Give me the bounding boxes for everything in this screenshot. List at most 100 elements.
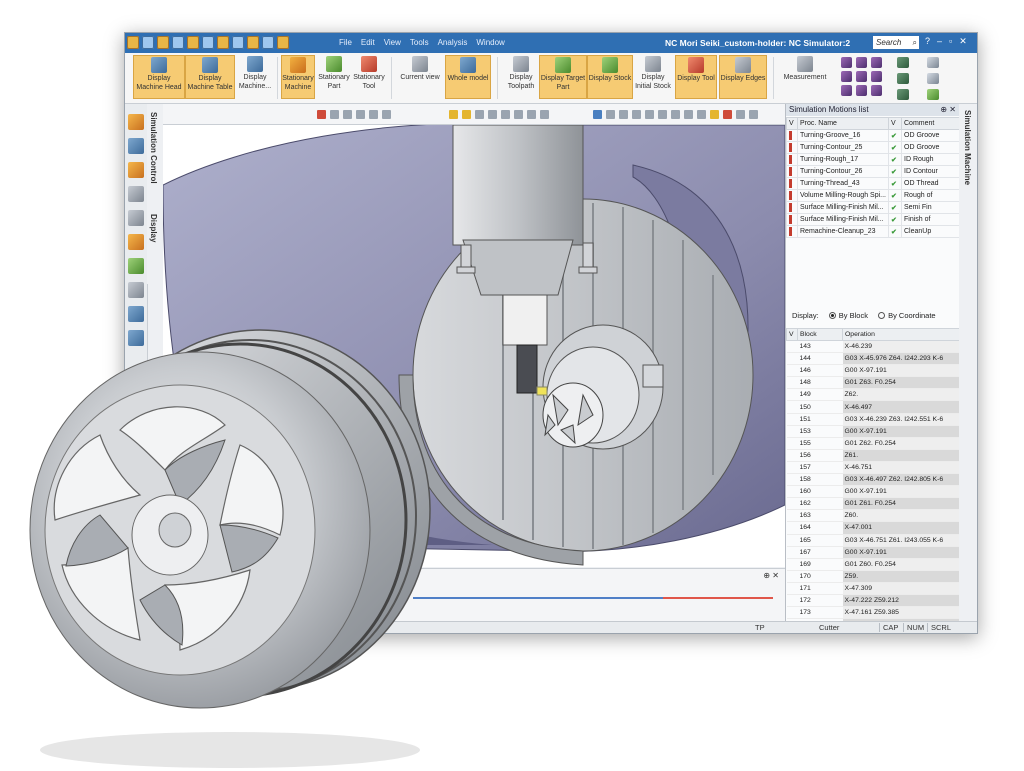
redo-icon[interactable] bbox=[247, 36, 259, 49]
zoom-out-icon[interactable] bbox=[514, 109, 523, 119]
visibility-cell[interactable] bbox=[786, 165, 798, 178]
block-row[interactable]: 143 X-46.239 bbox=[786, 340, 960, 354]
check-icon[interactable]: ✔ bbox=[888, 189, 902, 202]
view-icon[interactable] bbox=[187, 36, 199, 49]
pan-icon[interactable] bbox=[488, 109, 497, 119]
motion-row[interactable]: Turning-Contour_25 ✔ OD Groove bbox=[786, 141, 960, 154]
redo-view-icon[interactable] bbox=[606, 109, 615, 119]
views-icon[interactable] bbox=[540, 109, 549, 119]
check-icon[interactable]: ✔ bbox=[888, 225, 902, 238]
view-top-icon[interactable] bbox=[856, 71, 867, 82]
help-query-icon[interactable] bbox=[128, 138, 144, 154]
col-block[interactable]: Block bbox=[797, 328, 843, 341]
motion-row[interactable]: Remachine-Cleanup_23 ✔ CleanUp bbox=[786, 225, 960, 238]
check-icon[interactable]: ✔ bbox=[888, 213, 902, 226]
motion-row[interactable]: Turning-Groove_16 ✔ OD Groove bbox=[786, 129, 960, 142]
menu-view[interactable]: View bbox=[384, 38, 401, 47]
block-row[interactable]: 170 Z59. bbox=[786, 570, 960, 583]
measurement-button[interactable]: Measurement bbox=[779, 55, 831, 99]
tab-display[interactable]: Display bbox=[149, 214, 158, 242]
block-row[interactable]: 155 G01 Z62. F0.254 bbox=[786, 437, 960, 450]
display-tool-button[interactable]: Display Tool bbox=[675, 55, 717, 99]
help-button[interactable]: ? bbox=[925, 36, 930, 47]
layout-icon[interactable] bbox=[262, 36, 274, 49]
display-machine-head-button[interactable]: Display Machine Head bbox=[133, 55, 185, 99]
setup-icon[interactable] bbox=[128, 282, 144, 298]
box-select-icon[interactable] bbox=[369, 109, 378, 119]
wireframe-icon[interactable] bbox=[897, 73, 909, 84]
collision-icon[interactable] bbox=[684, 109, 693, 119]
block-row[interactable]: 149 Z62. bbox=[786, 388, 960, 402]
pin-icon[interactable]: ⊕ ✕ bbox=[940, 104, 956, 116]
display-initial-stock-button[interactable]: Display Initial Stock bbox=[633, 55, 673, 99]
block-row[interactable]: 153 G00 X-97.191 bbox=[786, 425, 960, 438]
block-row[interactable]: 144 G03 X-45.976 Z64. I242.293 K-6 bbox=[786, 352, 960, 366]
compare-icon[interactable] bbox=[658, 109, 667, 119]
visibility-cell[interactable] bbox=[786, 141, 798, 154]
bulb-icon[interactable] bbox=[462, 109, 471, 119]
col-proc-name[interactable]: Proc. Name bbox=[797, 117, 889, 130]
view-left-icon[interactable] bbox=[871, 57, 882, 68]
light-icon[interactable] bbox=[449, 109, 458, 119]
motion-row[interactable]: Surface Milling-Finish Mil... ✔ Semi Fin bbox=[786, 201, 960, 214]
view-dimetric-icon[interactable] bbox=[856, 85, 867, 96]
zoom-icon[interactable] bbox=[927, 57, 939, 68]
block-row[interactable]: 151 G03 X-46.239 Z63. I242.551 K-6 bbox=[786, 413, 960, 426]
select-icon[interactable] bbox=[330, 109, 339, 119]
visibility-cell[interactable] bbox=[786, 225, 798, 238]
display-edges-button[interactable]: Display Edges bbox=[719, 55, 767, 99]
motion-row[interactable]: Turning-Contour_26 ✔ ID Contour bbox=[786, 165, 960, 178]
block-row[interactable]: 156 Z61. bbox=[786, 449, 960, 462]
layers-icon[interactable] bbox=[128, 258, 144, 274]
grid-icon[interactable] bbox=[202, 36, 214, 49]
zoom-in-icon[interactable] bbox=[501, 109, 510, 119]
motion-row[interactable]: Volume Milling-Rough Spi... ✔ Rough of bbox=[786, 189, 960, 202]
visibility-cell[interactable] bbox=[786, 129, 798, 142]
close-button[interactable]: ✕ bbox=[959, 36, 967, 47]
by-coordinate-label[interactable]: By Coordinate bbox=[888, 311, 936, 320]
display-toolpath-button[interactable]: Display Toolpath bbox=[503, 55, 539, 99]
block-row[interactable]: 172 X-47.222 Z59.212 bbox=[786, 594, 960, 608]
block-row[interactable]: 167 G00 X-97.191 bbox=[786, 546, 960, 559]
save-icon[interactable] bbox=[142, 36, 154, 49]
refit-icon[interactable] bbox=[527, 109, 536, 119]
simulation-control-icon[interactable] bbox=[128, 114, 144, 130]
menu-tools[interactable]: Tools bbox=[410, 38, 429, 47]
block-row[interactable]: 165 G03 X-46.751 Z61. I243.055 K-6 bbox=[786, 534, 960, 547]
col-verified[interactable]: V bbox=[888, 117, 902, 130]
menu-file[interactable]: File bbox=[339, 38, 352, 47]
col-operation[interactable]: Operation bbox=[842, 328, 960, 341]
measure-icon[interactable] bbox=[645, 109, 654, 119]
undo-view-icon[interactable] bbox=[593, 109, 602, 119]
window-icon[interactable] bbox=[277, 36, 289, 49]
menu-analysis[interactable]: Analysis bbox=[438, 38, 468, 47]
check-icon[interactable]: ✔ bbox=[888, 129, 902, 142]
hidden-line-icon[interactable] bbox=[897, 89, 909, 100]
tab-simulation-machine[interactable]: Simulation Machine bbox=[963, 110, 972, 185]
zoom-fit-icon[interactable] bbox=[927, 73, 939, 84]
block-row[interactable]: 158 G03 X-46.497 Z62. I242.805 K-6 bbox=[786, 473, 960, 487]
block-row[interactable]: 148 G01 Z63. F0.254 bbox=[786, 376, 960, 390]
stop-icon[interactable] bbox=[723, 109, 732, 119]
block-row[interactable]: 162 G01 Z61. F0.254 bbox=[786, 497, 960, 511]
block-row[interactable]: 171 X-47.309 bbox=[786, 582, 960, 595]
whole-model-button[interactable]: Whole model bbox=[445, 55, 491, 99]
motion-row[interactable]: Turning-Thread_43 ✔ OD Thread bbox=[786, 177, 960, 190]
visibility-cell[interactable] bbox=[786, 213, 798, 226]
check-icon[interactable]: ✔ bbox=[888, 201, 902, 214]
col-visible[interactable]: V bbox=[786, 117, 798, 130]
tab-simulation-control[interactable]: Simulation Control bbox=[149, 112, 158, 184]
app-menu-icon[interactable] bbox=[127, 36, 139, 49]
check-icon[interactable]: ✔ bbox=[888, 165, 902, 178]
visibility-cell[interactable] bbox=[786, 177, 798, 190]
display-machine-table-button[interactable]: Display Machine Table bbox=[185, 55, 235, 99]
pick-icon[interactable] bbox=[356, 109, 365, 119]
visibility-cell[interactable] bbox=[786, 201, 798, 214]
view-iso-icon[interactable] bbox=[841, 85, 852, 96]
block-row[interactable]: 173 X-47.161 Z59.385 bbox=[786, 606, 960, 620]
block-row[interactable]: 163 Z60. bbox=[786, 509, 960, 523]
menu-edit[interactable]: Edit bbox=[361, 38, 375, 47]
block-row[interactable]: 146 G00 X-97.191 bbox=[786, 364, 960, 378]
view-back-icon[interactable] bbox=[856, 57, 867, 68]
menu-window[interactable]: Window bbox=[476, 38, 504, 47]
